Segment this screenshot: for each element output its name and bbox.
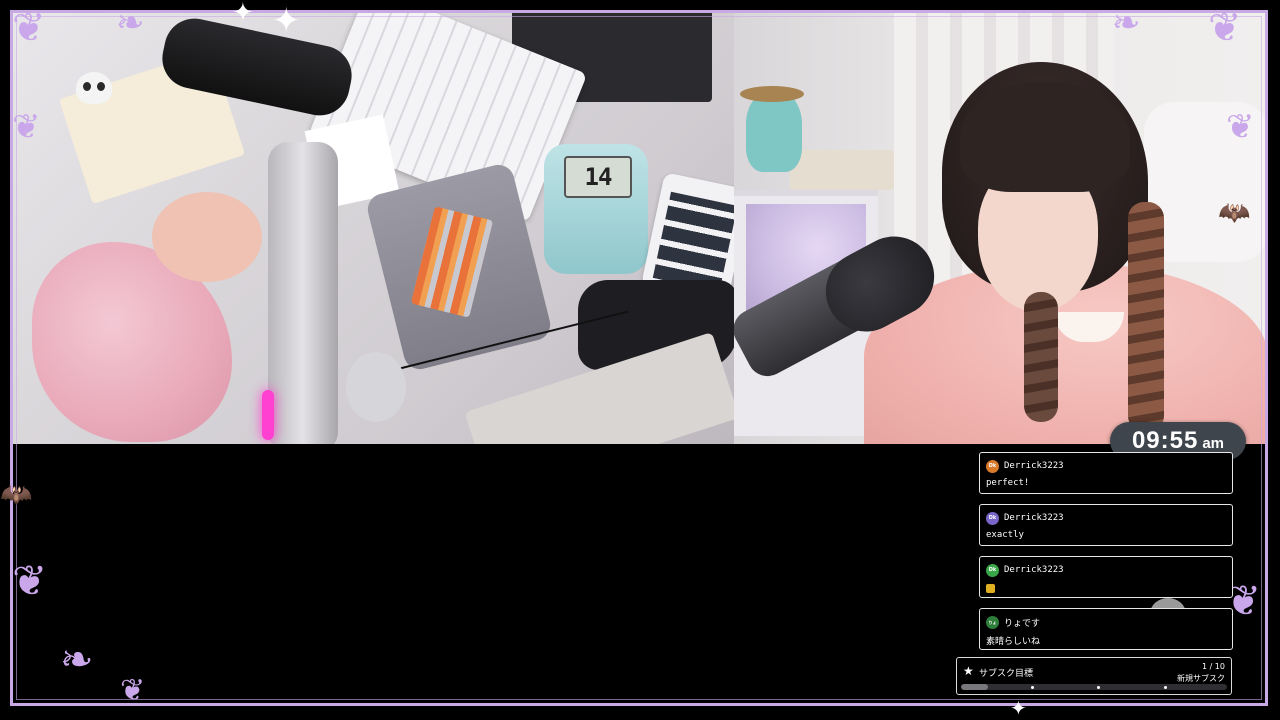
- sub-goal-progress-fill: [961, 684, 988, 690]
- flourish-top-left-icon: ❦: [12, 5, 46, 51]
- sub-goal-count: 1 / 10: [1201, 662, 1225, 671]
- flourish-top-right-icon: ❦: [1208, 5, 1242, 51]
- chat-text: exactly: [986, 530, 1024, 540]
- sparkle-icon: ✦: [232, 0, 254, 28]
- chat-username: Derrick3223: [1004, 461, 1064, 471]
- chat-message: りょ りょです 素晴らしいね: [979, 608, 1233, 650]
- sub-goal-title: サブスク目標: [979, 669, 1034, 679]
- skull-icon: [76, 72, 112, 104]
- flourish-top-right-icon: ❧: [1112, 3, 1141, 43]
- sub-goal-label: 新規サブスク: [1177, 674, 1225, 683]
- chat-avatar: Dk: [986, 563, 999, 577]
- chat-avatar: Dk: [986, 459, 999, 473]
- hand: [152, 192, 262, 282]
- chat-text: 素晴らしいね: [986, 637, 1041, 647]
- flourish-bottom-left-icon: ❦: [12, 556, 48, 605]
- desk-camera-feed: 14: [12, 12, 734, 444]
- microphone-arm: [268, 142, 338, 444]
- progress-marker: [1164, 686, 1167, 689]
- bat-icon: 🦇: [1218, 198, 1251, 228]
- tissue-box: [790, 150, 894, 190]
- chat-text: perfect!: [986, 478, 1030, 488]
- chat-username: Derrick3223: [1004, 513, 1064, 523]
- stream-overlay: 14 ❦ ❧ ❦ ❦ ❧ ❦ ❦ ❧ ❦ ❦ 🦇 🦇 ✦ ✦ ✦ 09:55 a…: [0, 0, 1280, 720]
- mouse: [346, 352, 406, 422]
- chat-message: Dk Derrick3223: [979, 556, 1233, 598]
- sub-goal-progress-bar: [961, 684, 1227, 690]
- chat-message: Dk Derrick3223 exactly: [979, 504, 1233, 546]
- flourish-left-icon: ❦: [12, 107, 41, 147]
- led-light: [262, 390, 274, 440]
- braid-right: [1128, 202, 1164, 432]
- progress-marker: [1031, 686, 1034, 689]
- chat-username: りょです: [1004, 618, 1041, 629]
- bangs: [960, 82, 1130, 192]
- star-icon: ★: [963, 664, 974, 678]
- chat-message: Dk Derrick3223 perfect!: [979, 452, 1233, 494]
- chat-username: Derrick3223: [1004, 565, 1064, 575]
- flourish-right-icon: ❦: [1226, 107, 1255, 147]
- flourish-bottom-left-icon: ❦: [120, 673, 146, 708]
- flourish-top-left-icon: ❧: [116, 3, 145, 43]
- chat-avatar: Dk: [986, 511, 999, 525]
- braid-left: [1024, 292, 1058, 422]
- chat-avatar: りょ: [986, 615, 999, 629]
- flourish-bottom-left-icon: ❧: [60, 637, 94, 683]
- sparkle-icon: ✦: [272, 1, 301, 41]
- sparkle-icon: ✦: [1010, 696, 1027, 720]
- plush-toy: [746, 92, 802, 172]
- face-camera-feed: [734, 12, 1268, 444]
- study-timer-display: 14: [564, 156, 632, 198]
- bat-icon: 🦇: [0, 480, 33, 510]
- sub-goal-widget: ★ サブスク目標 1 / 10 新規サブスク: [956, 657, 1232, 695]
- plush-hat: [740, 86, 804, 102]
- emote-icon: [986, 584, 995, 593]
- chat-overlay: Dk Derrick3223 perfect! Dk Derrick3223 e…: [979, 438, 1234, 660]
- progress-marker: [1097, 686, 1100, 689]
